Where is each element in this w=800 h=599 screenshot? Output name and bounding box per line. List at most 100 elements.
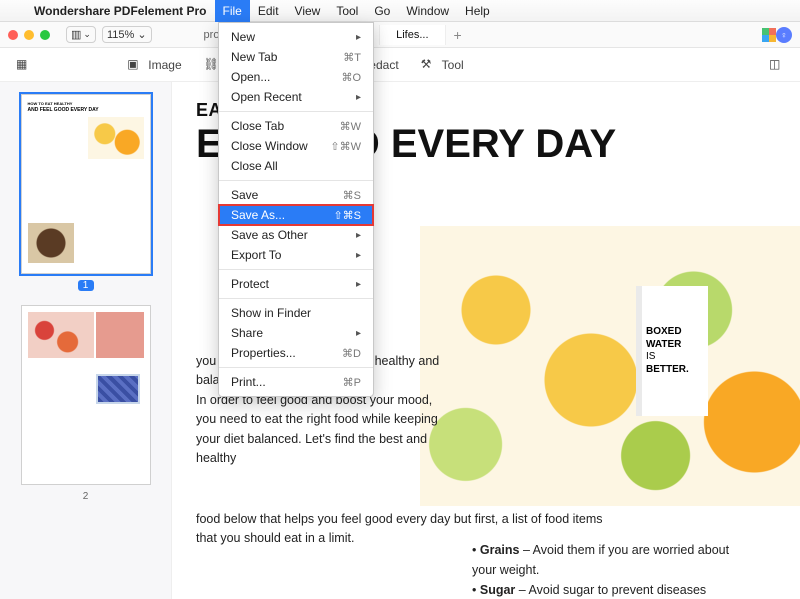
bullet-list: • Grains – Avoid them if you are worried… (472, 540, 752, 599)
panel-icon: ▥ (71, 28, 81, 41)
page-thumbnail-2[interactable] (21, 305, 151, 485)
para2: In order to feel good and boost your moo… (196, 393, 438, 465)
ribbon-tool[interactable]: ⚒ Tool (421, 57, 464, 72)
menu-item-label: Show in Finder (231, 306, 311, 320)
menu-separator (219, 180, 373, 181)
menu-item-close-window[interactable]: Close Window ⇧⌘W (219, 136, 373, 156)
menu-item-open-recent[interactable]: Open Recent (219, 87, 373, 107)
bullet-1-bold: Grains (480, 543, 520, 557)
minimize-window-button[interactable] (24, 30, 34, 40)
menu-item-label: Close Window (231, 139, 308, 153)
menu-item-shortcut: ⌘D (342, 347, 361, 360)
menu-item-label: Save (231, 188, 258, 202)
menu-item-save[interactable]: Save ⌘S (219, 185, 373, 205)
thumb2-berries-icon (96, 374, 140, 404)
page-thumbnails-panel: HOW TO EAT HEALTHY AND FEEL GOOD EVERY D… (0, 82, 172, 599)
thumb1-coffee-icon (28, 223, 74, 263)
page-2-label: 2 (12, 491, 159, 502)
app-name: Wondershare PDFelement Pro (26, 4, 215, 18)
link-icon: ⛓ (204, 57, 219, 72)
menu-separator (219, 269, 373, 270)
page-thumbnail-1[interactable]: HOW TO EAT HEALTHY AND FEEL GOOD EVERY D… (21, 94, 151, 274)
image-icon: ▣ (127, 57, 142, 72)
view-grid-button[interactable]: ▦ (16, 57, 31, 72)
menu-item-label: Open... (231, 70, 270, 84)
menu-help[interactable]: Help (457, 0, 498, 22)
menu-item-shortcut: ⌘P (343, 376, 361, 389)
menu-separator (219, 298, 373, 299)
account-avatar[interactable]: ♀ (776, 27, 792, 43)
menu-item-save-as[interactable]: Save As... ⇧⌘S (219, 205, 373, 225)
app-launcher-icon[interactable] (762, 28, 776, 42)
tab-3[interactable]: Lifes... (380, 25, 445, 45)
menu-file[interactable]: File (215, 0, 250, 22)
menu-item-close-all[interactable]: Close All (219, 156, 373, 176)
carton-line: WATER (646, 339, 704, 352)
menu-item-label: Print... (231, 375, 266, 389)
panel-icon: ◫ (769, 57, 784, 72)
thumb2-card-icon (96, 312, 144, 358)
thumb1-line1: HOW TO EAT HEALTHY (28, 101, 73, 106)
menu-item-shortcut: ⌘T (343, 51, 361, 64)
menu-item-new[interactable]: New (219, 27, 373, 47)
thumb2-fruit-icon (28, 312, 94, 358)
window-toolbar: ▥⌄ 115% ⌄ prod... Prod... color2 Lifes..… (0, 22, 800, 48)
menu-item-label: Export To (231, 248, 281, 262)
sidebar-toggle[interactable]: ▥⌄ (66, 26, 96, 43)
menu-item-label: Save As... (231, 208, 285, 222)
menu-item-label: Properties... (231, 346, 296, 360)
file-menu-dropdown: New New Tab ⌘T Open... ⌘O Open Recent Close Ta… (218, 22, 374, 397)
close-window-button[interactable] (8, 30, 18, 40)
menu-item-label: Protect (231, 277, 269, 291)
thumb1-line2: AND FEEL GOOD EVERY DAY (28, 107, 99, 113)
menu-item-new-tab[interactable]: New Tab ⌘T (219, 47, 373, 67)
menu-item-label: Close All (231, 159, 278, 173)
menu-go[interactable]: Go (366, 0, 398, 22)
mac-menubar: Wondershare PDFelement Pro File Edit Vie… (0, 0, 800, 22)
menu-item-shortcut: ⌘S (343, 189, 361, 202)
boxed-water-carton: BOXED WATER IS BETTER. (642, 286, 708, 416)
bullet-2-bold: Sugar (480, 583, 515, 597)
menu-item-label: Save as Other (231, 228, 308, 242)
menu-item-close-tab[interactable]: Close Tab ⌘W (219, 116, 373, 136)
menu-item-open[interactable]: Open... ⌘O (219, 67, 373, 87)
menu-item-properties[interactable]: Properties... ⌘D (219, 343, 373, 363)
bullet-2-text: – Avoid sugar to prevent diseases (515, 583, 706, 597)
menu-item-share[interactable]: Share (219, 323, 373, 343)
carton-line: BOXED (646, 326, 704, 339)
menu-separator (219, 111, 373, 112)
panel-toggle[interactable]: ◫ (769, 57, 784, 72)
menu-item-shortcut: ⇧⌘W (330, 140, 361, 153)
ribbon-tool-label: Tool (442, 58, 464, 72)
ribbon-image-label: Image (148, 58, 181, 72)
menu-separator (219, 367, 373, 368)
ribbon-image[interactable]: ▣ Image (127, 57, 181, 72)
menu-item-protect[interactable]: Protect (219, 274, 373, 294)
thumb1-hero-icon (88, 117, 144, 159)
zoom-window-button[interactable] (40, 30, 50, 40)
menu-window[interactable]: Window (398, 0, 457, 22)
menu-item-show-in-finder[interactable]: Show in Finder (219, 303, 373, 323)
carton-line: BETTER. (646, 364, 704, 377)
menu-view[interactable]: View (287, 0, 329, 22)
toolbox-icon: ⚒ (421, 57, 436, 72)
menu-item-label: Share (231, 326, 263, 340)
menu-edit[interactable]: Edit (250, 0, 287, 22)
new-tab-button[interactable]: + (446, 27, 470, 43)
menu-item-shortcut: ⌘O (341, 71, 361, 84)
traffic-lights (8, 30, 50, 40)
menu-item-save-as-other[interactable]: Save as Other (219, 225, 373, 245)
ribbon-toolbar: ▦ ▣Image ⛓Link ▤Form ▬Redact ⚒Tool ◫ (0, 48, 800, 82)
hero-image: BOXED WATER IS BETTER. (420, 226, 800, 506)
menu-item-export-to[interactable]: Export To (219, 245, 373, 265)
carton-line: IS (646, 351, 704, 364)
menu-item-shortcut: ⇧⌘S (333, 209, 361, 222)
menu-item-label: Close Tab (231, 119, 284, 133)
grid-icon: ▦ (16, 57, 31, 72)
menu-item-print[interactable]: Print... ⌘P (219, 372, 373, 392)
menu-item-shortcut: ⌘W (340, 120, 361, 133)
menu-item-label: New Tab (231, 50, 277, 64)
zoom-select[interactable]: 115% ⌄ (102, 26, 152, 43)
menu-item-label: Open Recent (231, 90, 302, 104)
menu-tool[interactable]: Tool (328, 0, 366, 22)
